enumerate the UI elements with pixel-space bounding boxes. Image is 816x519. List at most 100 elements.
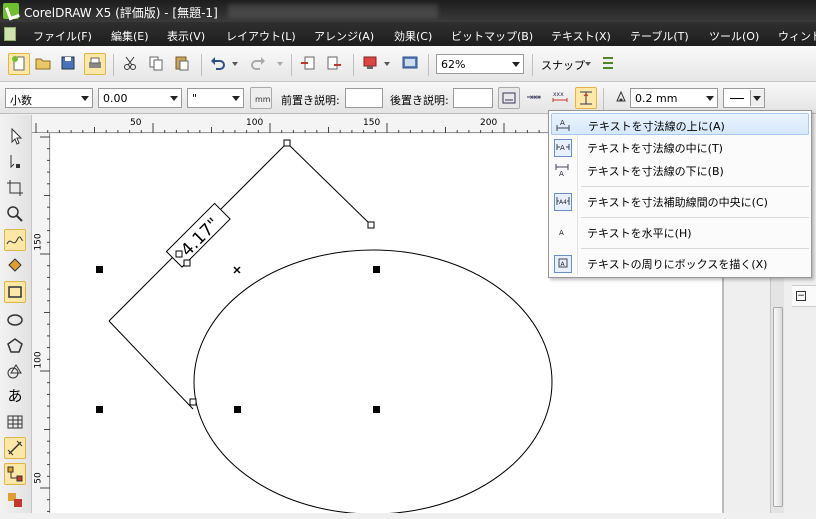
crop-tool-icon[interactable]	[4, 177, 26, 199]
toolbar-separator	[113, 54, 114, 76]
coreldraw-logo-icon	[3, 3, 19, 19]
selection-handle[interactable]	[96, 406, 103, 413]
extension-line[interactable]	[108, 320, 194, 410]
cut-icon[interactable]	[120, 53, 142, 75]
menu-effects[interactable]: 効果(C)	[394, 28, 432, 44]
selection-handle[interactable]	[373, 266, 380, 273]
center-text-icon[interactable]: xxx	[550, 87, 572, 109]
menu-separator	[581, 217, 809, 218]
outline-width-combo[interactable]: 0.2 mm	[630, 88, 718, 108]
menu-arrange[interactable]: アレンジ(A)	[314, 28, 374, 44]
svg-text:A4: A4	[559, 199, 567, 206]
import-icon[interactable]	[298, 53, 320, 75]
snap-to-dropdown[interactable]: スナップ	[541, 57, 585, 73]
options-icon[interactable]	[598, 53, 620, 75]
selection-handle[interactable]	[234, 406, 241, 413]
menu-item-text-horizontal[interactable]: A テキストを水平に(H)	[551, 221, 809, 243]
menu-file[interactable]: ファイル(F)	[33, 28, 92, 44]
extension-line[interactable]	[286, 142, 372, 226]
dimension-label[interactable]: 4.17"	[165, 202, 231, 268]
freehand-tool-icon[interactable]	[4, 229, 26, 251]
rectangle-tool-icon[interactable]	[4, 281, 26, 303]
toolbar-separator	[428, 54, 429, 76]
undo-icon[interactable]	[208, 53, 230, 75]
welcome-screen-icon[interactable]	[400, 53, 422, 75]
node-handle[interactable]	[283, 139, 291, 147]
menu-bitmaps[interactable]: ビットマップ(B)	[451, 28, 533, 44]
node-handle[interactable]	[189, 398, 197, 406]
undo-dropdown-chevron-icon[interactable]	[232, 62, 238, 66]
menu-layout[interactable]: レイアウト(L)	[226, 28, 296, 44]
export-icon[interactable]	[324, 53, 346, 75]
suffix-input[interactable]	[453, 88, 493, 108]
chevron-down-icon	[706, 96, 714, 101]
vertical-ruler[interactable]: 150 100 50	[32, 133, 50, 513]
menu-window[interactable]: ウィンドウ	[778, 28, 816, 44]
connector-tool-icon[interactable]	[4, 463, 26, 485]
text-position-dropdown-icon[interactable]: xxx	[524, 87, 546, 109]
node-handle[interactable]	[367, 221, 375, 229]
menu-table[interactable]: テーブル(T)	[630, 28, 689, 44]
ellipse-tool-icon[interactable]	[4, 309, 26, 331]
menu-item-text-centered[interactable]: A4 テキストを寸法補助線間の中央に(C)	[551, 190, 809, 212]
menu-item-text-above[interactable]: A テキストを寸法線の上に(A)	[551, 113, 809, 135]
redo-icon[interactable]	[248, 53, 270, 75]
menu-item-text-box[interactable]: A テキストの周りにボックスを描く(X)	[551, 252, 809, 274]
dimension-precision-value: 0.00	[103, 92, 128, 105]
selection-handle[interactable]	[96, 266, 103, 273]
menu-item-label: テキストを水平に(H)	[587, 227, 692, 240]
menu-separator	[581, 248, 809, 249]
collapse-icon[interactable]: −	[796, 291, 806, 301]
dimension-precision-combo[interactable]: 0.00	[98, 88, 182, 108]
dimension-style-combo[interactable]: 小数	[5, 88, 93, 108]
copy-icon[interactable]	[146, 53, 168, 75]
dynamic-dimensioning-icon[interactable]	[498, 87, 520, 109]
menu-edit[interactable]: 編集(E)	[111, 28, 149, 44]
menu-view[interactable]: 表示(V)	[167, 28, 205, 44]
pen-nib-icon	[615, 90, 627, 105]
smart-fill-tool-icon[interactable]	[4, 255, 26, 277]
vertical-scrollbar[interactable]	[770, 265, 784, 513]
snap-dropdown-chevron-icon[interactable]	[585, 62, 591, 66]
menu-text[interactable]: テキスト(X)	[551, 28, 611, 44]
launcher-dropdown-chevron-icon[interactable]	[384, 62, 390, 66]
zoom-tool-icon[interactable]	[4, 203, 26, 225]
document-icon[interactable]	[4, 27, 16, 41]
shape-tool-icon[interactable]	[4, 151, 26, 173]
node-handle[interactable]	[183, 259, 191, 267]
zoom-level-combo[interactable]: 62%	[436, 54, 524, 74]
redo-dropdown-chevron-icon[interactable]	[277, 62, 283, 66]
ellipse-shape[interactable]	[193, 249, 553, 513]
menu-tools[interactable]: ツール(O)	[709, 28, 759, 44]
line-style-combo[interactable]	[723, 88, 765, 108]
selection-handle[interactable]	[373, 406, 380, 413]
basic-shapes-tool-icon[interactable]	[4, 361, 26, 383]
save-icon[interactable]	[58, 53, 80, 75]
interactive-blend-tool-icon[interactable]	[4, 489, 26, 511]
application-launcher-icon[interactable]	[360, 53, 382, 75]
extension-line-options-icon[interactable]	[575, 87, 597, 109]
menu-item-label: テキストを寸法補助線間の中央に(C)	[587, 196, 768, 209]
title-bar-blur	[228, 4, 438, 18]
title-bar: CorelDRAW X5 (評価版) - [無題-1]	[0, 0, 816, 22]
menu-item-label: テキストを寸法線の下に(B)	[587, 165, 724, 178]
svg-text:xxx: xxx	[530, 94, 541, 101]
paste-icon[interactable]	[172, 53, 194, 75]
dimension-tool-icon[interactable]	[4, 437, 26, 459]
polygon-tool-icon[interactable]	[4, 335, 26, 357]
show-units-icon[interactable]: mm	[250, 87, 272, 109]
node-handle[interactable]	[175, 250, 183, 258]
svg-text:A: A	[559, 170, 564, 178]
docker-tab[interactable]: −	[792, 285, 816, 307]
print-icon[interactable]	[84, 53, 106, 75]
text-tool-icon[interactable]: あ	[4, 385, 26, 407]
menu-item-text-below[interactable]: A テキストを寸法線の下に(B)	[551, 159, 809, 181]
open-folder-icon[interactable]	[33, 53, 55, 75]
prefix-input[interactable]	[345, 88, 383, 108]
table-tool-icon[interactable]	[4, 411, 26, 433]
dimension-units-combo[interactable]: "	[187, 88, 244, 108]
menu-item-text-inside[interactable]: A テキストを寸法線の中に(T)	[551, 136, 809, 158]
scrollbar-thumb[interactable]	[773, 307, 783, 507]
pick-tool-icon[interactable]	[4, 125, 26, 147]
new-document-button[interactable]	[8, 53, 30, 75]
